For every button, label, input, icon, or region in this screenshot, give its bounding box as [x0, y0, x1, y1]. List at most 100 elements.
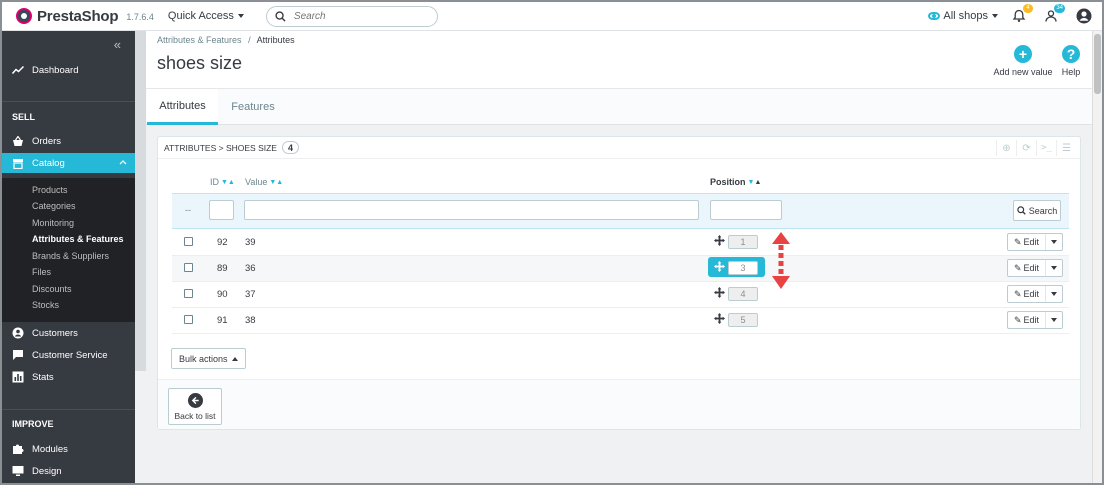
filter-value-input[interactable] [244, 200, 699, 220]
search-input[interactable] [293, 10, 424, 22]
sidebar-item-label: Dashboard [32, 64, 79, 76]
bulk-actions-label: Bulk actions [179, 353, 228, 364]
edit-button-group: ✎ Edit [1007, 259, 1063, 277]
edit-button[interactable]: ✎ Edit [1008, 234, 1046, 250]
sidebar-item-label: Customers [32, 327, 78, 339]
sidebar-item-customers[interactable]: Customers [2, 322, 135, 344]
pencil-icon: ✎ [1013, 288, 1022, 299]
breadcrumb-parent-link[interactable]: Attributes & Features [157, 35, 242, 45]
trending-icon [12, 64, 24, 76]
chevron-up-icon [119, 157, 127, 168]
edit-dropdown-toggle[interactable] [1046, 234, 1062, 250]
filter-id-input[interactable] [209, 200, 234, 220]
filter-position-input[interactable] [710, 200, 782, 220]
shop-selector-label: All shops [943, 10, 988, 22]
account-circle-icon [12, 327, 24, 339]
attributes-panel: ATTRIBUTES > SHOES SIZE 4 ⊕ ⟳ >_ ☰ ID ▼▲… [157, 136, 1081, 430]
sidebar-subitem-stocks[interactable]: Stocks [32, 300, 59, 310]
page-header: Attributes & Features / Attributes shoes… [146, 31, 1092, 88]
plus-circle-icon: + [1014, 45, 1032, 63]
bulk-actions-button[interactable]: Bulk actions [171, 348, 246, 369]
sidebar-subitem-brands-suppliers[interactable]: Brands & Suppliers [32, 251, 109, 261]
sidebar-scrollbar[interactable] [135, 31, 146, 371]
row-checkbox[interactable] [184, 315, 193, 324]
refresh-icon[interactable]: ⟳ [1016, 140, 1036, 156]
column-header-id-label: ID [210, 177, 219, 187]
search-box[interactable] [265, 5, 438, 27]
tab-attributes[interactable]: Attributes [147, 89, 218, 125]
sidebar-item-catalog[interactable]: Catalog [2, 153, 135, 173]
sidebar-item-design[interactable]: Design [2, 460, 135, 482]
prestashop-logo[interactable]: PrestaShop 1.7.6.4 [16, 8, 154, 25]
top-bar: PrestaShop 1.7.6.4 Quick Access All shop… [2, 2, 1102, 31]
customer-notification-button[interactable]: 34 [1044, 4, 1065, 23]
sidebar: « Dashboard SELL Orders Catalog Products… [2, 31, 135, 483]
sort-arrows-icon[interactable]: ▼▲ [221, 179, 235, 186]
quick-access-dropdown[interactable]: Quick Access [168, 10, 244, 22]
bell-notification-button[interactable]: 4 [1012, 4, 1033, 23]
database-icon[interactable]: ☰ [1056, 140, 1076, 156]
panel-heading: ATTRIBUTES > SHOES SIZE 4 ⊕ ⟳ >_ ☰ [158, 137, 1080, 159]
breadcrumb-separator: / [248, 35, 251, 45]
account-avatar-icon[interactable] [1076, 8, 1092, 24]
drag-move-icon[interactable] [714, 235, 725, 246]
filter-row: -- Search [172, 193, 1069, 229]
sidebar-subitem-attributes-features[interactable]: Attributes & Features [32, 234, 124, 244]
sql-terminal-icon[interactable]: >_ [1036, 140, 1056, 156]
shop-selector[interactable]: All shops [928, 10, 998, 22]
edit-button[interactable]: ✎ Edit [1008, 260, 1046, 276]
row-id: 90 [217, 289, 228, 300]
sidebar-section-improve: IMPROVE [12, 419, 54, 429]
sort-arrows-icon[interactable]: ▼▲ [748, 179, 762, 186]
sidebar-subitem-monitoring[interactable]: Monitoring [32, 218, 74, 228]
pencil-icon: ✎ [1013, 314, 1022, 325]
row-value: 38 [245, 315, 256, 326]
row-value: 39 [245, 237, 256, 248]
page-scrollbar[interactable] [1092, 31, 1102, 483]
sidebar-item-customer-service[interactable]: Customer Service [2, 344, 135, 366]
sort-arrows-icon[interactable]: ▼▲ [269, 179, 283, 186]
sidebar-subitem-products[interactable]: Products [32, 185, 68, 195]
add-new-value-button[interactable]: + Add new value [993, 45, 1053, 77]
basket-icon [12, 135, 24, 147]
edit-label: Edit [1023, 263, 1040, 273]
edit-dropdown-toggle[interactable] [1046, 260, 1062, 276]
table-row: 91 38 5 ✎ Edit [172, 308, 1069, 334]
edit-button[interactable]: ✎ Edit [1008, 286, 1046, 302]
edit-button[interactable]: ✎ Edit [1008, 312, 1046, 328]
position-value: 1 [728, 235, 758, 249]
sidebar-subitem-discounts[interactable]: Discounts [32, 284, 72, 294]
column-header-position: Position ▼▲ [710, 177, 761, 187]
caret-down-icon [1051, 318, 1057, 322]
tab-features[interactable]: Features [224, 89, 282, 125]
row-id: 89 [217, 263, 228, 274]
desktop-icon [12, 465, 24, 477]
sidebar-subitem-categories[interactable]: Categories [32, 201, 76, 211]
edit-dropdown-toggle[interactable] [1046, 286, 1062, 302]
sidebar-item-dashboard[interactable]: Dashboard [2, 59, 135, 81]
search-button[interactable]: Search [1013, 200, 1061, 221]
search-icon [275, 10, 286, 22]
add-circle-icon[interactable]: ⊕ [996, 140, 1016, 156]
quick-access-label: Quick Access [167, 10, 234, 22]
row-checkbox[interactable] [184, 237, 193, 246]
row-checkbox[interactable] [184, 289, 193, 298]
row-checkbox[interactable] [184, 263, 193, 272]
sidebar-item-orders[interactable]: Orders [2, 130, 135, 152]
sidebar-item-stats[interactable]: Stats [2, 366, 135, 388]
edit-dropdown-toggle[interactable] [1046, 312, 1062, 328]
breadcrumb-current: Attributes [256, 35, 295, 45]
breadcrumb: Attributes & Features / Attributes [157, 35, 295, 45]
drag-move-icon[interactable] [714, 287, 725, 298]
collapse-sidebar-icon[interactable]: « [114, 37, 121, 52]
position-value: 3 [728, 261, 758, 275]
help-circle-icon: ? [1062, 45, 1080, 63]
pencil-icon: ✎ [1013, 262, 1022, 273]
scrollbar-thumb[interactable] [1094, 34, 1101, 94]
back-to-list-button[interactable]: Back to list [168, 388, 222, 425]
help-button[interactable]: ? Help [1058, 45, 1084, 77]
sidebar-item-modules[interactable]: Modules [2, 438, 135, 460]
sidebar-subitem-files[interactable]: Files [32, 267, 51, 277]
drag-move-icon[interactable] [714, 261, 725, 272]
drag-move-icon[interactable] [714, 313, 725, 324]
